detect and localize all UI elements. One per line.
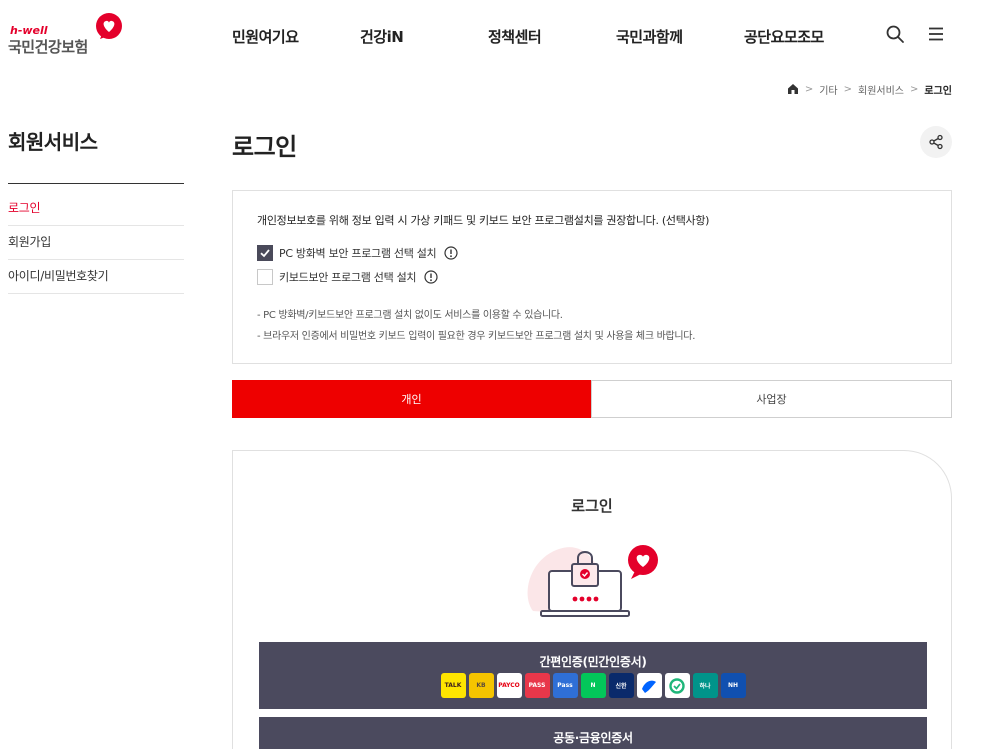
login-card-title: 로그인 xyxy=(571,497,613,515)
breadcrumb-current: 로그인 xyxy=(924,85,952,97)
shinhan-icon: 신한 xyxy=(608,673,634,698)
banksalad-icon xyxy=(664,673,690,698)
payco-icon: PAYCO xyxy=(496,673,522,698)
nh-icon: NH xyxy=(720,673,746,698)
site-header: h-well 국민건강보험 민원여기요 건강iN 정책센터 국민과함께 공단요모… xyxy=(0,0,984,72)
pass-icon: PASS xyxy=(524,673,550,698)
sidebar-item-login[interactable]: 로그인 xyxy=(8,192,184,226)
hana-icon: 하나 xyxy=(692,673,718,698)
chevron-right-icon: > xyxy=(910,83,919,95)
nav-item-about[interactable]: 공단요모조모 xyxy=(744,26,824,47)
security-notice-box: 개인정보보호를 위해 정보 입력 시 가상 키패드 및 키보드 보안 프로그램설… xyxy=(232,190,952,364)
sidebar-title: 회원서비스 xyxy=(8,130,98,154)
share-button[interactable] xyxy=(920,126,952,158)
info-icon[interactable] xyxy=(444,246,458,260)
logo-brand-name: 국민건강보험 xyxy=(8,38,88,56)
notice-heading: 개인정보보호를 위해 정보 입력 시 가상 키패드 및 키보드 보안 프로그램설… xyxy=(257,214,710,227)
keyboard-security-option-label: 키보드보안 프로그램 선택 설치 xyxy=(279,271,417,284)
check-icon xyxy=(260,249,270,258)
sidebar-menu: 로그인 회원가입 아이디/비밀번호찾기 xyxy=(8,192,184,294)
breadcrumb-item[interactable]: 회원서비스 xyxy=(858,82,904,97)
logo-heart-icon xyxy=(96,13,122,39)
simple-auth-button[interactable]: 간편인증(민간인증서) TALK KB PAYCO PASS Pass N 신한… xyxy=(259,642,927,709)
member-type-tabs: 개인 사업장 xyxy=(232,380,952,418)
keyboard-security-option[interactable]: 키보드보안 프로그램 선택 설치 xyxy=(257,269,438,285)
joint-cert-button[interactable]: 공동·금융인증서 xyxy=(259,717,927,749)
site-logo[interactable]: h-well 국민건강보험 xyxy=(8,12,128,56)
kakao-icon: TALK xyxy=(440,673,466,698)
nav-item-health-in[interactable]: 건강iN xyxy=(360,26,404,47)
chevron-right-icon: > xyxy=(804,83,814,95)
tab-personal[interactable]: 개인 xyxy=(232,380,591,418)
menu-icon[interactable] xyxy=(926,24,946,44)
firewall-option-label: PC 방화벽 보안 프로그램 선택 설치 xyxy=(279,247,437,260)
nav-item-policy-center[interactable]: 정책센터 xyxy=(488,26,542,47)
nav-item-with-citizens[interactable]: 국민과함께 xyxy=(616,26,683,47)
naver-icon: N xyxy=(580,673,606,698)
notice-notes: - PC 방화벽/키보드보안 프로그램 설치 없이도 서비스를 이용할 수 있습… xyxy=(257,305,695,347)
share-icon xyxy=(929,134,943,150)
simple-auth-label: 간편인증(민간인증서) xyxy=(539,655,647,669)
sidebar-divider xyxy=(8,183,184,184)
search-icon[interactable] xyxy=(885,24,905,44)
breadcrumb: > 기타 > 회원서비스 > 로그인 xyxy=(787,81,952,97)
info-icon[interactable] xyxy=(424,270,438,284)
page-title: 로그인 xyxy=(232,133,297,161)
home-icon[interactable] xyxy=(787,83,799,95)
joint-cert-label: 공동·금융인증서 xyxy=(553,731,633,745)
firewall-option[interactable]: PC 방화벽 보안 프로그램 선택 설치 xyxy=(257,245,458,261)
pass-blue-icon: Pass xyxy=(552,673,578,698)
auth-provider-list: TALK KB PAYCO PASS Pass N 신한 하나 NH xyxy=(259,673,927,698)
firewall-checkbox[interactable] xyxy=(257,245,273,261)
login-card: 로그인 간편인증(민간인증서) TALK KB PAYCO PASS Pass … xyxy=(232,450,952,749)
keyboard-security-checkbox[interactable] xyxy=(257,269,273,285)
sidebar-item-signup[interactable]: 회원가입 xyxy=(8,226,184,260)
notice-note: - 브라우저 인증에서 비밀번호 키보드 입력이 필요한 경우 키보드보안 프로… xyxy=(257,331,696,342)
kb-icon: KB xyxy=(468,673,494,698)
tab-business[interactable]: 사업장 xyxy=(591,380,952,418)
notice-note: - PC 방화벽/키보드보안 프로그램 설치 없이도 서비스를 이용할 수 있습… xyxy=(257,310,563,321)
chevron-right-icon: > xyxy=(843,83,852,95)
laptop-lock-illustration xyxy=(527,545,658,617)
sidebar-item-find-account[interactable]: 아이디/비밀번호찾기 xyxy=(8,260,184,294)
breadcrumb-item[interactable]: 기타 xyxy=(819,82,837,97)
nav-item-minwon[interactable]: 민원여기요 xyxy=(232,26,299,47)
toss-icon xyxy=(636,673,662,698)
